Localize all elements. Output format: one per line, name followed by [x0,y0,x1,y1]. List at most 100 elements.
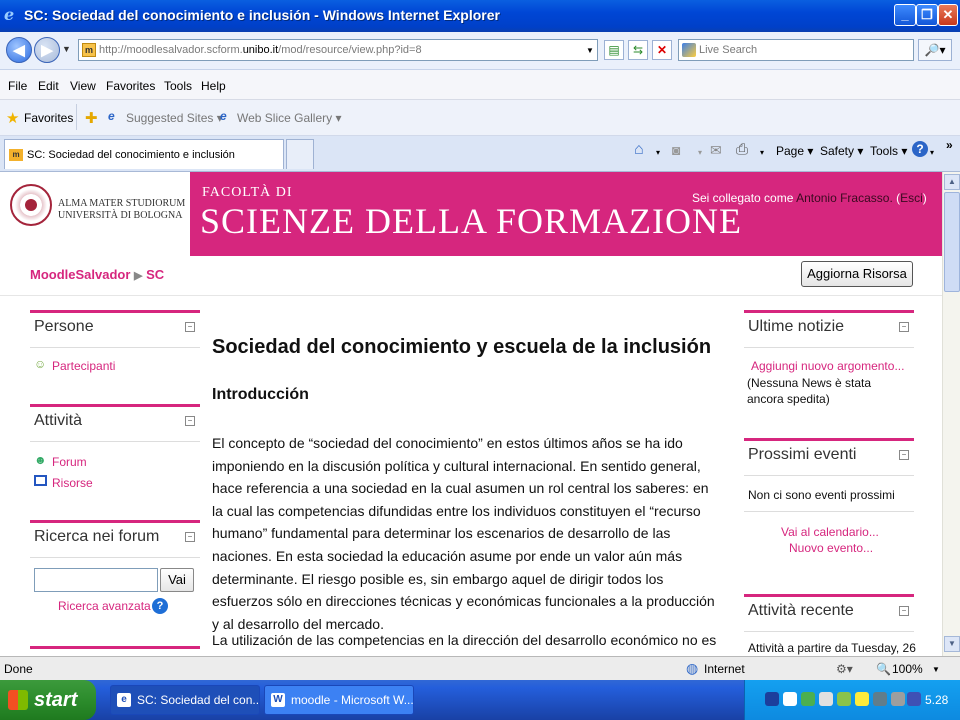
history-dropdown-icon[interactable]: ▼ [62,44,71,54]
divider [744,631,914,632]
safety-menu[interactable]: Safety ▾ [820,144,863,158]
antivirus-icon[interactable] [801,692,815,706]
more-chevron-icon[interactable]: » [946,138,953,152]
login-paren-close: ) [922,191,927,205]
collapse-icon[interactable]: − [899,322,909,332]
start-label: start [34,689,78,711]
mail-icon[interactable]: ✉ [710,142,722,159]
taskbar-item-word[interactable]: W moodle - Microsoft W... [264,685,414,715]
collapse-icon[interactable]: − [899,450,909,460]
collapse-icon[interactable]: − [185,322,195,332]
help-icon[interactable]: ? [152,598,168,614]
start-button[interactable]: start [0,680,96,720]
menu-favorites[interactable]: Favorites [106,79,155,93]
divider [30,347,200,348]
tray-app-icon[interactable] [837,692,851,706]
minimize-button[interactable]: _ [894,4,916,26]
site-header: ALMA MATER STUDIORUM UNIVERSITÀ DI BOLOG… [0,172,942,256]
divider [0,295,942,296]
maximize-button[interactable]: ❐ [916,4,938,26]
back-button[interactable]: ◀ [6,37,32,63]
search-placeholder: Live Search [699,44,758,56]
new-event-link[interactable]: Nuovo evento... [789,541,873,555]
forum-search-input[interactable] [34,568,158,592]
forward-button[interactable]: ▶ [34,37,60,63]
login-info: Sei collegato come Antonio Fracasso. (Es… [692,191,927,205]
menu-file[interactable]: File [8,79,27,93]
block-prossimi-eventi: Prossimi eventi − Non ci sono eventi pro… [744,438,914,570]
add-topic-link[interactable]: Aggiungi nuovo argomento... [751,359,904,373]
zoom-icon[interactable]: 🔍 [876,662,891,676]
scroll-down-arrow-icon[interactable]: ▼ [944,636,960,652]
breadcrumb-course[interactable]: SC [146,267,164,282]
refresh-icon[interactable]: ⇆ [628,40,648,60]
favorites-button[interactable]: Favorites [24,111,73,125]
scroll-up-arrow-icon[interactable]: ▲ [944,174,960,190]
bluetooth-icon[interactable] [765,692,779,706]
tab-bar: m SC: Sociedad del conocimiento e inclus… [0,136,960,172]
address-field[interactable]: m http://moodlesalvador.scform.unibo.it/m… [78,39,598,61]
zoom-dropdown-icon[interactable]: ▼ [932,665,940,674]
user-name-link[interactable]: Antonio Fracasso. [796,191,893,205]
menu-bar: File Edit View Favorites Tools Help [0,70,960,100]
tray-z-icon[interactable] [819,692,833,706]
menu-edit[interactable]: Edit [38,79,59,93]
menu-tools[interactable]: Tools [164,79,192,93]
scroll-thumb[interactable] [944,192,960,292]
tray-phone-icon[interactable] [907,692,921,706]
address-dropdown-icon[interactable]: ▼ [582,42,598,60]
search-button[interactable]: 🔎▾ [918,39,952,61]
breadcrumb-home[interactable]: MoodleSalvador [30,267,130,282]
divider [30,441,200,442]
stop-icon[interactable]: ✕ [652,40,672,60]
menu-view[interactable]: View [70,79,96,93]
taskbar-item-ie[interactable]: e SC: Sociedad del con... [110,685,260,715]
help-dropdown-icon[interactable]: ▾ [930,148,934,157]
collapse-icon[interactable]: − [185,416,195,426]
print-icon[interactable]: ⎙ [736,141,748,158]
home-dropdown-icon[interactable]: ▾ [656,148,660,157]
collapse-icon[interactable]: − [899,606,909,616]
volume-icon[interactable] [891,692,905,706]
suggested-sites-link[interactable]: Suggested Sites ▾ [126,111,223,125]
calendar-link[interactable]: Vai al calendario... [781,525,879,539]
update-resource-button[interactable]: Aggiorna Risorsa [801,261,913,287]
tray-monitor-icon[interactable] [873,692,887,706]
tools-menu[interactable]: Tools ▾ [870,144,907,158]
internet-zone-icon: ◍ [686,660,699,676]
search-input[interactable]: Live Search [678,39,914,61]
university-seal-icon [10,184,52,226]
resources-link[interactable]: Risorse [52,476,93,490]
network-icon[interactable] [783,692,797,706]
help-icon[interactable]: ? [912,141,928,157]
search-go-button[interactable]: Vai [160,568,194,592]
forum-link[interactable]: Forum [52,455,87,469]
clock: 5.28 [925,693,949,707]
advanced-search-link[interactable]: Ricerca avanzata [58,599,151,613]
tray-key-icon[interactable] [855,692,869,706]
page-menu[interactable]: Page ▾ [776,144,813,158]
recent-activity-text: Attività a partire da Tuesday, 26 [748,641,916,655]
close-button[interactable]: ✕ [938,4,958,26]
logout-link[interactable]: Esci [900,191,923,205]
menu-help[interactable]: Help [201,79,226,93]
participants-link[interactable]: Partecipanti [52,359,115,373]
protected-mode-icon[interactable]: ⚙▾ [836,662,853,676]
faculty-label-big: SCIENZE DELLA FORMAZIONE [200,201,742,241]
zoom-level[interactable]: 100% [892,662,923,676]
print-dropdown-icon[interactable]: ▾ [760,148,764,157]
breadcrumb-separator-icon: ▶ [134,270,143,282]
address-domain: unibo.it [242,44,279,56]
university-name: ALMA MATER STUDIORUM UNIVERSITÀ DI BOLOG… [58,198,185,222]
add-favorites-icon[interactable]: ✚ [85,109,98,127]
compatibility-view-icon[interactable]: ▤ [604,40,624,60]
collapse-icon[interactable]: − [185,532,195,542]
feeds-dropdown-icon[interactable]: ▾ [698,148,702,157]
web-slice-gallery-link[interactable]: Web Slice Gallery ▾ [237,111,342,125]
tab-active[interactable]: m SC: Sociedad del conocimiento e inclus… [4,139,284,169]
home-icon[interactable]: ⌂ [634,141,644,159]
page-scrollbar[interactable]: ▲ ▼ [942,172,960,656]
web-page: ALMA MATER STUDIORUM UNIVERSITÀ DI BOLOG… [0,172,942,656]
new-tab-button[interactable] [286,139,314,169]
feeds-icon[interactable]: ◙ [672,142,680,158]
